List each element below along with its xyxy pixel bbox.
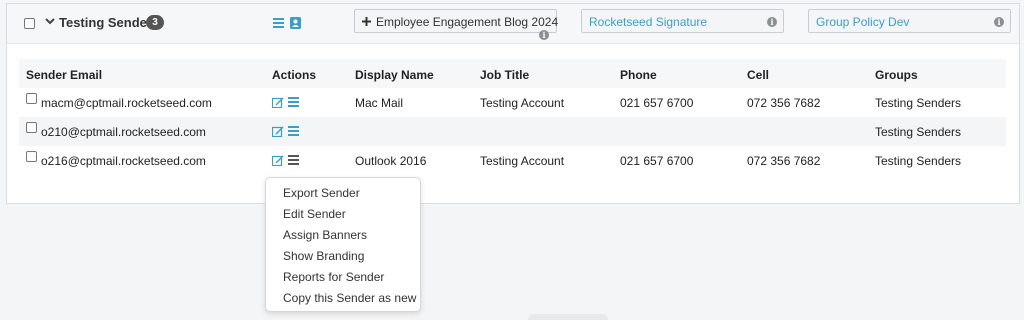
banner-tag-group-policy-dev[interactable]: Group Policy Dev i [808, 9, 1011, 33]
groups: Testing Senders [875, 154, 962, 168]
menu-item-assign-banners[interactable]: Assign Banners [283, 228, 367, 242]
column-header-phone[interactable]: Phone [620, 68, 657, 82]
tag-label: Group Policy Dev [816, 15, 910, 29]
table-header: Sender Email Actions Display Name Job Ti… [19, 59, 1006, 88]
menu-item-edit-sender[interactable]: Edit Sender [283, 207, 346, 221]
menu-item-reports[interactable]: Reports for Sender [283, 270, 384, 284]
job-title: Testing Account [480, 154, 565, 168]
info-icon[interactable]: i [994, 17, 1004, 27]
column-header-actions: Actions [272, 68, 317, 82]
column-header-groups[interactable]: Groups [875, 68, 918, 82]
user-card-icon[interactable] [290, 17, 301, 29]
group-count-badge: 3 [146, 15, 164, 30]
info-icon[interactable]: i [767, 17, 777, 27]
sender-group-panel: Testing Senders 3 Employee Engagement Bl… [6, 3, 1020, 204]
banner-tag-rocketseed-signature[interactable]: Rocketseed Signature i [581, 9, 784, 33]
job-title: Testing Account [480, 96, 565, 110]
edit-icon[interactable] [272, 126, 284, 137]
menu-item-copy-sender[interactable]: Copy this Sender as new [283, 291, 416, 305]
groups: Testing Senders [875, 125, 962, 139]
senders-table: Sender Email Actions Display Name Job Ti… [19, 59, 1006, 175]
row-checkbox[interactable] [26, 93, 37, 104]
menu-item-show-branding[interactable]: Show Branding [283, 249, 364, 263]
menu-item-export-sender[interactable]: Export Sender [283, 186, 360, 200]
sender-actions-menu: Export Sender Edit Sender Assign Banners… [265, 177, 421, 312]
list-icon[interactable] [273, 18, 284, 28]
cell: 072 356 7682 [747, 154, 821, 168]
banner-tag-employee-engagement[interactable]: Employee Engagement Blog 2024 i [354, 9, 559, 40]
edit-icon[interactable] [272, 97, 284, 108]
display-name: Outlook 2016 [355, 154, 427, 168]
tag-label: Rocketseed Signature [589, 15, 708, 29]
row-checkbox[interactable] [26, 151, 37, 162]
sender-email: macm@cptmail.rocketseed.com [41, 96, 212, 110]
sender-email: o210@cptmail.rocketseed.com [41, 125, 206, 139]
groups: Testing Senders [875, 96, 962, 110]
menu-icon[interactable] [288, 155, 299, 165]
table-row: o216@cptmail.rocketseed.com Outlook 2016… [19, 146, 1006, 175]
column-header-display-name[interactable]: Display Name [355, 68, 434, 82]
display-name: Mac Mail [355, 96, 404, 110]
plus-icon[interactable] [362, 17, 371, 26]
chevron-down-icon[interactable] [45, 16, 55, 26]
table-row: macm@cptmail.rocketseed.com Mac Mail Tes… [19, 88, 1006, 117]
sender-email: o216@cptmail.rocketseed.com [41, 154, 206, 168]
cell: 072 356 7682 [747, 96, 821, 110]
select-group-checkbox[interactable] [24, 18, 35, 29]
group-title[interactable]: Testing Senders [59, 15, 159, 30]
bottom-tab [528, 314, 608, 320]
menu-icon[interactable] [288, 126, 299, 136]
phone: 021 657 6700 [620, 96, 694, 110]
table-row: o210@cptmail.rocketseed.com Testing Send… [19, 117, 1006, 146]
edit-icon[interactable] [272, 155, 284, 166]
menu-icon[interactable] [288, 97, 299, 107]
tag-label: Employee Engagement Blog 2024 [376, 15, 559, 29]
column-header-cell[interactable]: Cell [747, 68, 769, 82]
column-header-job-title[interactable]: Job Title [480, 68, 529, 82]
column-header-sender-email[interactable]: Sender Email [26, 68, 102, 82]
info-icon[interactable]: i [539, 30, 549, 40]
group-header: Testing Senders 3 Employee Engagement Bl… [7, 4, 1019, 44]
phone: 021 657 6700 [620, 154, 694, 168]
row-checkbox[interactable] [26, 122, 37, 133]
